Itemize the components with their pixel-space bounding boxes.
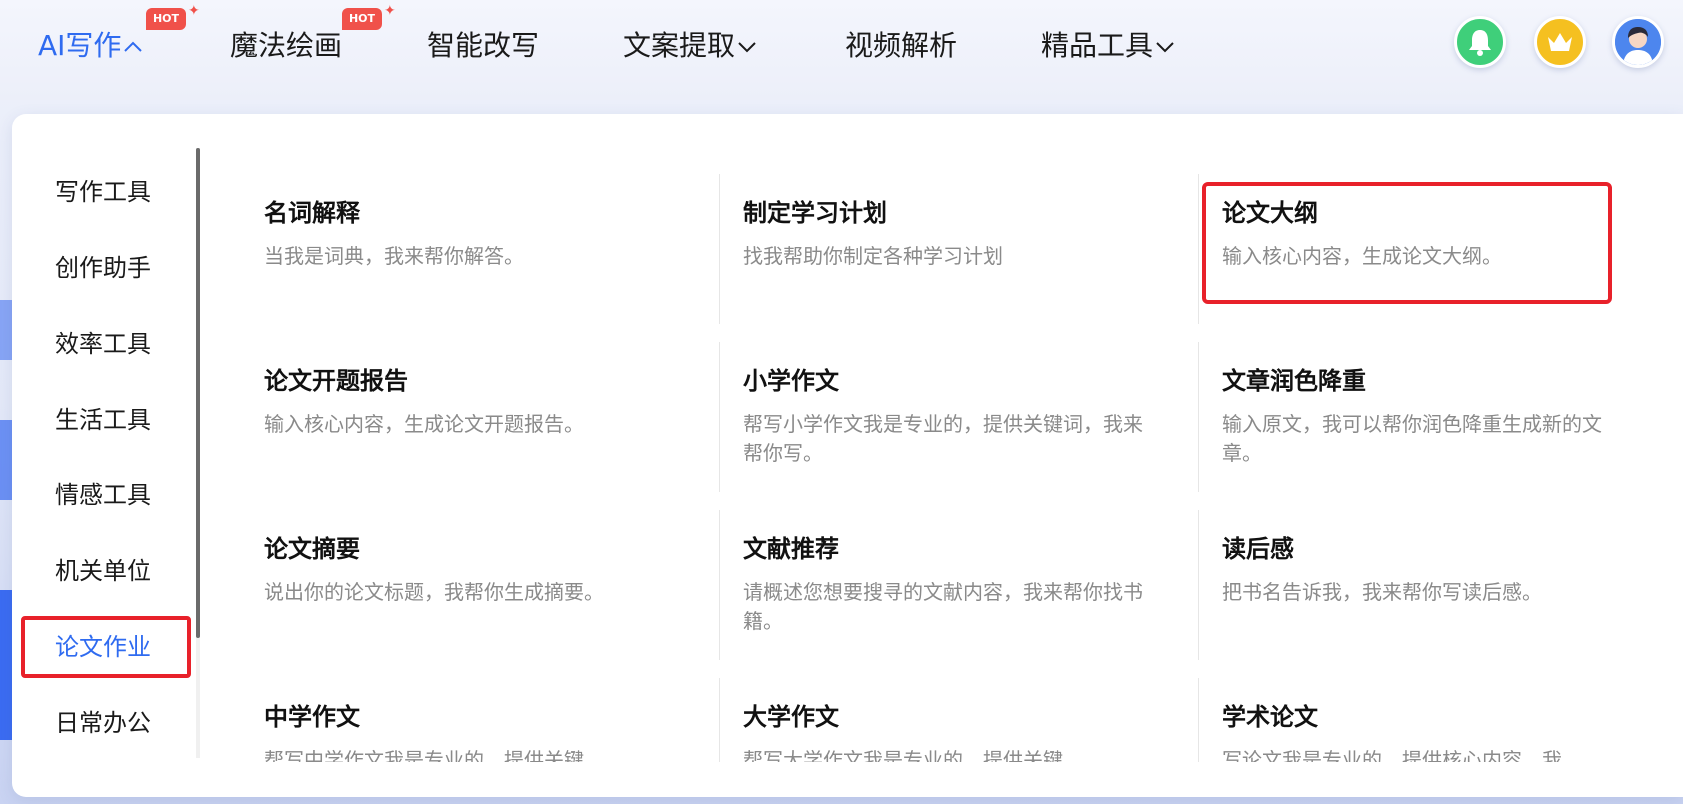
hot-badge: HOT: [146, 8, 186, 30]
tool-card-title: 名词解释: [264, 199, 360, 227]
chevron-up-icon: [124, 41, 143, 52]
sidebar-item-life-tools[interactable]: 生活工具: [55, 400, 195, 440]
chevron-down-icon: [738, 42, 756, 53]
chevron-down-icon: [1156, 42, 1174, 53]
tool-card-title: 文章润色降重: [1222, 367, 1366, 395]
tool-card-desc: 输入核心内容，生成论文开题报告。: [264, 412, 584, 436]
tool-card-title: 小学作文: [743, 367, 839, 395]
tool-card-title: 中学作文: [264, 703, 360, 731]
sparkle-icon: ✦: [188, 3, 200, 19]
tool-card-title: 学术论文: [1222, 703, 1318, 731]
hot-badge: HOT: [342, 8, 382, 30]
column-divider: [1198, 510, 1199, 660]
tool-card-desc: 请概述您想要搜寻的文献内容，我来帮你找书籍。: [743, 580, 1143, 633]
tool-card-term-explanation[interactable]: 名词解释 当我是词典，我来帮你解答。: [264, 196, 704, 271]
tool-card-desc: 找我帮助你制定各种学习计划: [743, 244, 1003, 268]
tool-card-title: 文献推荐: [743, 535, 839, 563]
avatar-icon: [1615, 19, 1661, 65]
column-divider: [719, 510, 720, 660]
tool-card-literature-recommend[interactable]: 文献推荐 请概述您想要搜寻的文献内容，我来帮你找书籍。: [743, 532, 1183, 636]
tool-grid: 名词解释 当我是词典，我来帮你解答。 制定学习计划 找我帮助你制定各种学习计划 …: [202, 114, 1683, 762]
tool-card-desc: 说出你的论文标题，我帮你生成摘要。: [264, 580, 604, 604]
tool-card-book-review[interactable]: 读后感 把书名告诉我，我来帮你写读后感。: [1222, 532, 1662, 607]
sidebar-scrollbar-thumb[interactable]: [196, 148, 200, 638]
column-divider: [719, 342, 720, 492]
sidebar-item-emotion-tools[interactable]: 情感工具: [55, 475, 195, 515]
nav-video-parse[interactable]: 视频解析: [845, 26, 957, 66]
tool-card-desc: 把书名告诉我，我来帮你写读后感。: [1222, 580, 1542, 604]
nav-premium-tools-label: 精品工具: [1041, 29, 1154, 62]
column-divider: [1198, 342, 1199, 492]
column-divider: [1198, 174, 1199, 324]
sparkle-icon: ✦: [384, 3, 396, 19]
nav-ai-writing[interactable]: AI写作: [38, 26, 143, 66]
nav-ai-writing-label: AI写作: [38, 29, 122, 62]
column-divider: [1198, 678, 1199, 762]
tool-card-title: 论文开题报告: [264, 367, 408, 395]
sidebar-item-creation-assistant[interactable]: 创作助手: [55, 248, 195, 288]
tool-card-primary-essay[interactable]: 小学作文 帮写小学作文我是专业的，提供关键词，我来帮你写。: [743, 364, 1183, 468]
vip-button[interactable]: [1534, 16, 1586, 68]
user-avatar-button[interactable]: [1612, 16, 1664, 68]
sidebar-item-efficiency-tools[interactable]: 效率工具: [55, 324, 195, 364]
tool-card-title: 大学作文: [743, 703, 839, 731]
nav-premium-tools[interactable]: 精品工具: [1041, 26, 1175, 66]
tool-card-desc: 当我是词典，我来帮你解答。: [264, 244, 524, 268]
tool-card-thesis-proposal[interactable]: 论文开题报告 输入核心内容，生成论文开题报告。: [264, 364, 704, 439]
nav-video-parse-label: 视频解析: [845, 29, 958, 62]
tool-card-thesis-abstract[interactable]: 论文摘要 说出你的论文标题，我帮你生成摘要。: [264, 532, 704, 607]
nav-magic-painting-label: 魔法绘画: [230, 29, 343, 62]
tool-card-title: 读后感: [1222, 535, 1294, 563]
tool-card-desc: 帮写小学作文我是专业的，提供关键词，我来帮你写。: [743, 412, 1143, 465]
sidebar-item-writing-tools[interactable]: 写作工具: [55, 172, 195, 212]
tool-card-title: 论文摘要: [264, 535, 360, 563]
nav-magic-painting[interactable]: 魔法绘画: [230, 26, 342, 66]
tool-card-academic-paper[interactable]: 学术论文 写论文我是专业的，提供核心内容，我: [1222, 700, 1662, 762]
tool-card-highlight-box: [1202, 182, 1612, 304]
nav-smart-rewrite[interactable]: 智能改写: [427, 26, 539, 66]
notification-button[interactable]: [1454, 16, 1506, 68]
nav-smart-rewrite-label: 智能改写: [427, 29, 540, 62]
bell-icon: [1469, 30, 1491, 56]
category-sidebar: 写作工具 创作助手 效率工具 生活工具 情感工具 机关单位 论文作业 日常办公: [12, 114, 202, 797]
sidebar-item-government-units[interactable]: 机关单位: [55, 551, 195, 591]
column-divider: [719, 678, 720, 762]
tool-card-article-polish[interactable]: 文章润色降重 输入原文，我可以帮你润色降重生成新的文章。: [1222, 364, 1662, 468]
tool-card-desc: 写论文我是专业的，提供核心内容，我: [1222, 748, 1562, 762]
nav-copy-extract-label: 文案提取: [623, 29, 736, 62]
top-navigation-bar: AI写作 HOT ✦ 魔法绘画 HOT ✦ 智能改写 文案提取 视频解析 精品工…: [0, 0, 1683, 100]
tool-card-study-plan[interactable]: 制定学习计划 找我帮助你制定各种学习计划: [743, 196, 1183, 271]
tool-card-desc: 帮写大学作文我是专业的，提供关键: [743, 748, 1063, 762]
tool-card-middle-school-essay[interactable]: 中学作文 帮写中学作文我是专业的，提供关键: [264, 700, 704, 762]
ai-writing-dropdown-panel: 写作工具 创作助手 效率工具 生活工具 情感工具 机关单位 论文作业 日常办公 …: [12, 114, 1683, 797]
tool-card-desc: 帮写中学作文我是专业的，提供关键: [264, 748, 584, 762]
tool-card-title: 制定学习计划: [743, 199, 887, 227]
tool-card-desc: 输入原文，我可以帮你润色降重生成新的文章。: [1222, 412, 1602, 465]
crown-icon: [1548, 33, 1572, 51]
sidebar-highlight-box: [21, 616, 191, 678]
nav-copy-extract[interactable]: 文案提取: [623, 26, 757, 66]
column-divider: [719, 174, 720, 324]
tool-card-college-essay[interactable]: 大学作文 帮写大学作文我是专业的，提供关键: [743, 700, 1183, 762]
sidebar-item-daily-office[interactable]: 日常办公: [55, 703, 195, 743]
